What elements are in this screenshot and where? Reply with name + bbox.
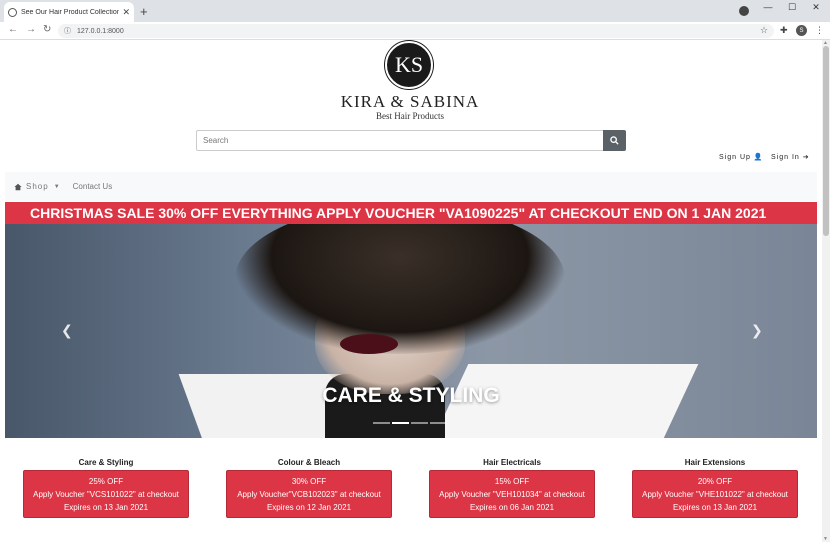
address-bar[interactable]: ⓘ 127.0.0.1:8000 [58, 24, 774, 38]
user-plus-icon: 👤 [753, 154, 764, 161]
back-icon[interactable]: ← [8, 24, 18, 35]
home-icon [14, 183, 22, 190]
promo-box[interactable]: 15% OFF Apply Voucher "VEH101034" at che… [429, 470, 595, 518]
nav-contact-link[interactable]: Contact Us [73, 182, 113, 191]
scrollbar-thumb[interactable] [823, 46, 829, 236]
sign-up-label: Sign Up [719, 154, 751, 161]
promo-title: Hair Electricals [483, 458, 541, 467]
page: KS KIRA & SABINA Best Hair Products Sear… [0, 40, 822, 542]
sign-up-link[interactable]: Sign Up 👤 [719, 153, 764, 161]
search-button[interactable] [603, 130, 626, 151]
promo-title: Care & Styling [78, 458, 134, 467]
browser-menu-icon[interactable]: ⋮ [815, 25, 824, 36]
promo-voucher: Apply Voucher "VCS101022" at checkout [33, 489, 179, 499]
search-icon [610, 136, 619, 145]
promo-box[interactable]: 25% OFF Apply Voucher "VCS101022" at che… [23, 470, 189, 518]
site-logo[interactable]: KS [385, 41, 433, 89]
sign-in-label: Sign In [771, 154, 800, 161]
reload-icon[interactable]: ↻ [43, 24, 51, 35]
nav-shop-dropdown[interactable]: Shop ▼ [14, 182, 61, 191]
sign-in-icon: ➔ [802, 154, 810, 161]
media-control-icon[interactable] [739, 6, 749, 16]
promo-voucher: Apply Voucher "VHE101022" at checkout [642, 489, 788, 499]
forward-icon[interactable]: → [26, 24, 36, 35]
sale-banner: CHRISTMAS SALE 30% OFF EVERYTHING APPLY … [5, 202, 817, 224]
promo-voucher: Apply Voucher"VCB102023" at checkout [237, 489, 381, 499]
promo-card: Hair Extensions 20% OFF Apply Voucher "V… [632, 458, 798, 518]
globe-icon [8, 7, 17, 17]
promo-card: Hair Electricals 15% OFF Apply Voucher "… [429, 458, 595, 518]
search-placeholder: Search [203, 136, 229, 145]
promo-discount: 15% OFF [494, 476, 530, 486]
promo-box[interactable]: 30% OFF Apply Voucher"VCB102023" at chec… [226, 470, 392, 518]
carousel-indicator[interactable] [411, 422, 428, 424]
sign-in-link[interactable]: Sign In ➔ [771, 153, 810, 161]
browser-toolbar: ← → ↻ ⓘ 127.0.0.1:8000 ☆ ✚ S ⋮ [0, 22, 830, 40]
chevron-down-icon: ▼ [53, 183, 61, 190]
promo-box[interactable]: 20% OFF Apply Voucher "VHE101022" at che… [632, 470, 798, 518]
search-input[interactable]: Search [196, 130, 604, 151]
chevron-left-icon[interactable]: ❮ [61, 322, 73, 339]
profile-avatar[interactable]: S [796, 25, 807, 36]
info-icon[interactable]: ⓘ [64, 26, 71, 36]
tab-strip: See Our Hair Product Collection ✕ + — ☐ … [0, 0, 830, 22]
promo-discount: 20% OFF [697, 476, 733, 486]
promo-expiry: Expires on 13 Jan 2021 [672, 502, 758, 512]
carousel-indicator-active[interactable] [392, 422, 409, 424]
brand-tagline: Best Hair Products [376, 111, 444, 121]
minimize-button[interactable]: — [756, 0, 780, 14]
url-text: 127.0.0.1:8000 [77, 27, 124, 35]
promo-expiry: Expires on 13 Jan 2021 [63, 502, 149, 512]
tab-close-button[interactable]: ✕ [122, 7, 130, 18]
promo-card: Colour & Bleach 30% OFF Apply Voucher"VC… [226, 458, 392, 518]
hero-carousel: CARE & STYLING ❮ ❯ [5, 224, 817, 438]
main-navbar: Shop ▼ Contact Us [5, 172, 817, 201]
browser-tab[interactable]: See Our Hair Product Collection ✕ [4, 2, 134, 22]
carousel-indicator[interactable] [373, 422, 390, 424]
tab-title: See Our Hair Product Collection [21, 8, 120, 16]
nav-shop-label: Shop [26, 182, 49, 191]
maximize-button[interactable]: ☐ [780, 0, 804, 14]
promo-discount: 25% OFF [88, 476, 124, 486]
promo-card: Care & Styling 25% OFF Apply Voucher "VC… [23, 458, 189, 518]
promo-expiry: Expires on 12 Jan 2021 [266, 502, 352, 512]
carousel-image-part [340, 334, 398, 354]
promo-discount: 30% OFF [291, 476, 327, 486]
scroll-down-icon[interactable]: ▼ [823, 536, 828, 542]
new-tab-button[interactable]: + [140, 4, 148, 19]
promo-voucher: Apply Voucher "VEH101034" at checkout [439, 489, 585, 499]
promo-title: Hair Extensions [684, 458, 746, 467]
carousel-image-part [235, 224, 565, 354]
bookmark-star-icon[interactable]: ☆ [760, 25, 768, 36]
close-window-button[interactable]: ✕ [804, 0, 828, 14]
browser-chrome: See Our Hair Product Collection ✕ + — ☐ … [0, 0, 830, 40]
carousel-indicators [373, 422, 447, 424]
promo-expiry: Expires on 06 Jan 2021 [469, 502, 555, 512]
chevron-right-icon[interactable]: ❯ [751, 322, 763, 339]
carousel-caption: CARE & STYLING [322, 384, 500, 407]
extensions-icon[interactable]: ✚ [780, 25, 788, 36]
promo-title: Colour & Bleach [277, 458, 341, 467]
brand-name: KIRA & SABINA [340, 92, 480, 111]
carousel-indicator[interactable] [430, 422, 447, 424]
page-scrollbar[interactable]: ▲ ▼ [822, 40, 830, 542]
